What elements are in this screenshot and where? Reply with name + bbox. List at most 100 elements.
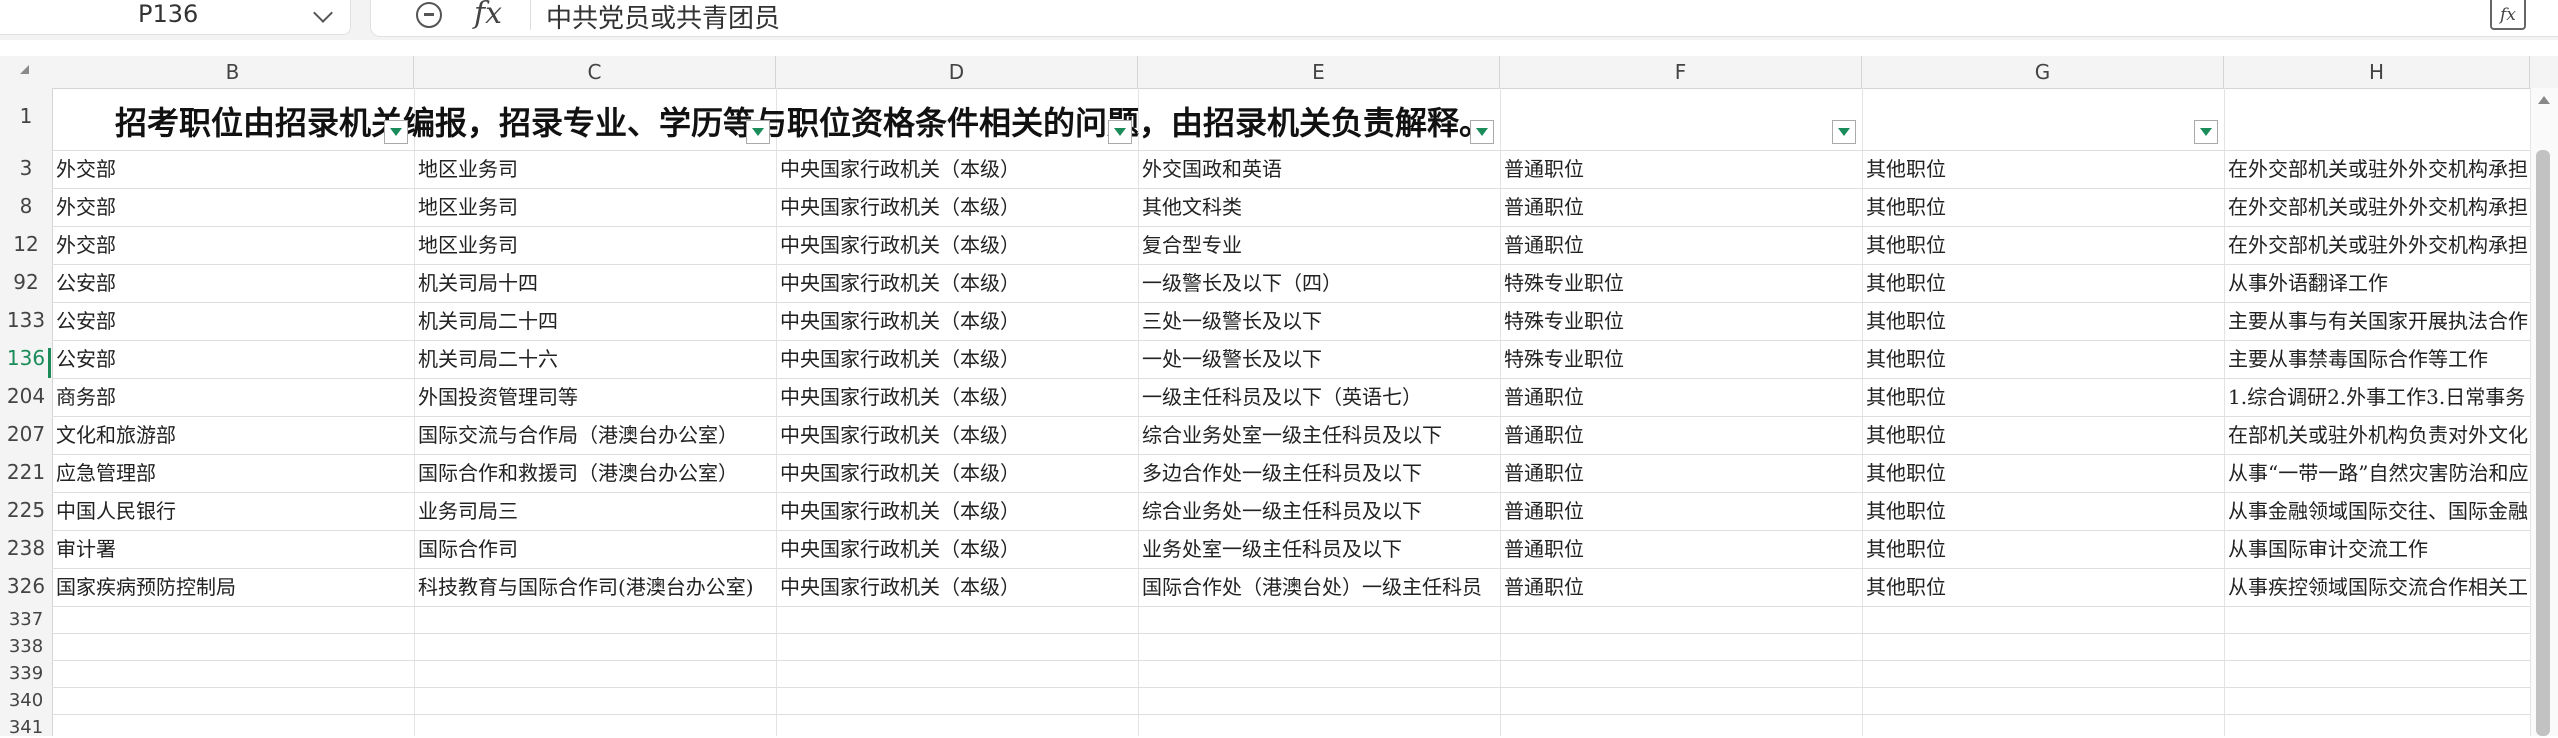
table-cell[interactable]: 中央国家行政机关（本级） [780,340,1136,378]
zoom-out-icon[interactable] [416,2,442,28]
table-cell[interactable]: 业务司局三 [418,492,774,530]
filter-dropdown-button[interactable] [746,120,770,144]
table-cell[interactable]: 中央国家行政机关（本级） [780,416,1136,454]
column-header-c[interactable]: C [414,56,776,88]
insert-function-button[interactable]: fx [2490,0,2526,30]
select-all-corner[interactable] [20,65,29,74]
table-cell[interactable]: 三处一级警长及以下 [1142,302,1498,340]
table-cell[interactable]: 业务处室一级主任科员及以下 [1142,530,1498,568]
table-cell[interactable]: 机关司局十四 [418,264,774,302]
table-cell[interactable]: 多边合作处一级主任科员及以下 [1142,454,1498,492]
table-cell[interactable]: 外交部 [56,226,412,264]
table-cell[interactable]: 普通职位 [1504,226,1860,264]
table-cell[interactable]: 其他职位 [1866,226,2222,264]
column-header-h[interactable]: H [2224,56,2530,88]
table-cell[interactable]: 主要从事与有关国家开展执法合作 [2228,302,2528,340]
table-cell[interactable]: 机关司局二十四 [418,302,774,340]
table-cell[interactable]: 其他职位 [1866,378,2222,416]
row-number[interactable]: 225 [0,498,52,522]
row-number[interactable]: 12 [0,232,52,256]
table-cell[interactable]: 中央国家行政机关（本级） [780,378,1136,416]
table-cell[interactable]: 其他职位 [1866,530,2222,568]
table-cell[interactable]: 一级警长及以下（四） [1142,264,1498,302]
table-cell[interactable]: 文化和旅游部 [56,416,412,454]
table-cell[interactable]: 地区业务司 [418,226,774,264]
filter-dropdown-button[interactable] [1470,120,1494,144]
table-cell[interactable]: 从事金融领域国际交往、国际金融 [2228,492,2528,530]
table-cell[interactable]: 地区业务司 [418,188,774,226]
table-cell[interactable]: 普通职位 [1504,188,1860,226]
table-cell[interactable]: 普通职位 [1504,530,1860,568]
table-cell[interactable]: 其他职位 [1866,416,2222,454]
row-number-selected[interactable]: 136 [0,346,52,370]
table-cell[interactable]: 普通职位 [1504,378,1860,416]
row-number[interactable]: 337 [0,609,52,630]
table-cell[interactable]: 中央国家行政机关（本级） [780,188,1136,226]
table-cell[interactable]: 中央国家行政机关（本级） [780,302,1136,340]
table-cell[interactable]: 一处一级警长及以下 [1142,340,1498,378]
table-cell[interactable]: 其他职位 [1866,454,2222,492]
table-cell[interactable]: 中央国家行政机关（本级） [780,454,1136,492]
scroll-up-arrow-icon[interactable] [2538,96,2550,104]
row-number[interactable]: 338 [0,636,52,657]
table-cell[interactable]: 从事疾控领域国际交流合作相关工作 [2228,568,2528,606]
filter-dropdown-button[interactable] [1108,120,1132,144]
table-cell[interactable]: 国际合作和救援司（港澳台办公室） [418,454,774,492]
table-cell[interactable]: 外交部 [56,150,412,188]
column-header-g[interactable]: G [1862,56,2224,88]
table-cell[interactable]: 外交国政和英语 [1142,150,1498,188]
table-cell[interactable]: 国际合作处（港澳台处）一级主任科员 [1142,568,1498,606]
table-cell[interactable]: 商务部 [56,378,412,416]
sheet-title[interactable]: 招考职位由招录机关编报，招录专业、学历等与职位资格条件相关的问题，由招录机关负责… [115,98,1491,144]
table-cell[interactable]: 从事国际审计交流工作 [2228,530,2528,568]
filter-dropdown-button[interactable] [384,120,408,144]
table-cell[interactable]: 公安部 [56,264,412,302]
table-cell[interactable]: 其他职位 [1866,568,2222,606]
fx-icon[interactable]: fx [474,0,502,31]
table-cell[interactable]: 从事“一带一路”自然灾害防治和应急 [2228,454,2528,492]
table-cell[interactable]: 特殊专业职位 [1504,264,1860,302]
table-cell[interactable]: 中央国家行政机关（本级） [780,492,1136,530]
table-cell[interactable]: 在部机关或驻外机构负责对外文化 [2228,416,2528,454]
table-cell[interactable]: 国家疾病预防控制局 [56,568,412,606]
table-cell[interactable]: 其他职位 [1866,264,2222,302]
table-cell[interactable]: 公安部 [56,340,412,378]
table-cell[interactable]: 普通职位 [1504,416,1860,454]
column-header-f[interactable]: F [1500,56,1862,88]
row-number[interactable]: 238 [0,536,52,560]
column-header-d[interactable]: D [776,56,1138,88]
table-cell[interactable]: 主要从事禁毒国际合作等工作 [2228,340,2528,378]
table-cell[interactable]: 应急管理部 [56,454,412,492]
row-number[interactable]: 341 [0,717,52,738]
table-cell[interactable]: 中央国家行政机关（本级） [780,568,1136,606]
table-cell[interactable]: 审计署 [56,530,412,568]
table-cell[interactable]: 中央国家行政机关（本级） [780,226,1136,264]
table-cell[interactable]: 中国人民银行 [56,492,412,530]
table-cell[interactable]: 其他职位 [1866,188,2222,226]
table-cell[interactable]: 特殊专业职位 [1504,340,1860,378]
table-cell[interactable]: 地区业务司 [418,150,774,188]
table-cell[interactable]: 1.综合调研2.外事工作3.日常事务 [2228,378,2528,416]
table-cell[interactable]: 普通职位 [1504,492,1860,530]
name-box[interactable]: P136 [0,0,351,35]
scrollbar-thumb[interactable] [2536,150,2550,736]
table-cell[interactable]: 复合型专业 [1142,226,1498,264]
table-cell[interactable]: 公安部 [56,302,412,340]
table-cell[interactable]: 外国投资管理司等 [418,378,774,416]
row-number[interactable]: 340 [0,690,52,711]
table-cell[interactable]: 从事外语翻译工作 [2228,264,2528,302]
table-cell[interactable]: 其他职位 [1866,492,2222,530]
table-cell[interactable]: 国际合作司 [418,530,774,568]
table-cell[interactable]: 特殊专业职位 [1504,302,1860,340]
filter-dropdown-button[interactable] [1832,120,1856,144]
table-cell[interactable]: 中央国家行政机关（本级） [780,150,1136,188]
row-number[interactable]: 3 [0,156,52,180]
table-cell[interactable]: 其他职位 [1866,340,2222,378]
row-number[interactable]: 204 [0,384,52,408]
row-number[interactable]: 1 [0,104,52,128]
column-header-b[interactable]: B [52,56,414,88]
table-cell[interactable]: 在外交部机关或驻外外交机构承担 [2228,188,2528,226]
table-cell[interactable]: 机关司局二十六 [418,340,774,378]
formula-content[interactable]: 中共党员或共青团员 [546,0,780,35]
row-number[interactable]: 207 [0,422,52,446]
